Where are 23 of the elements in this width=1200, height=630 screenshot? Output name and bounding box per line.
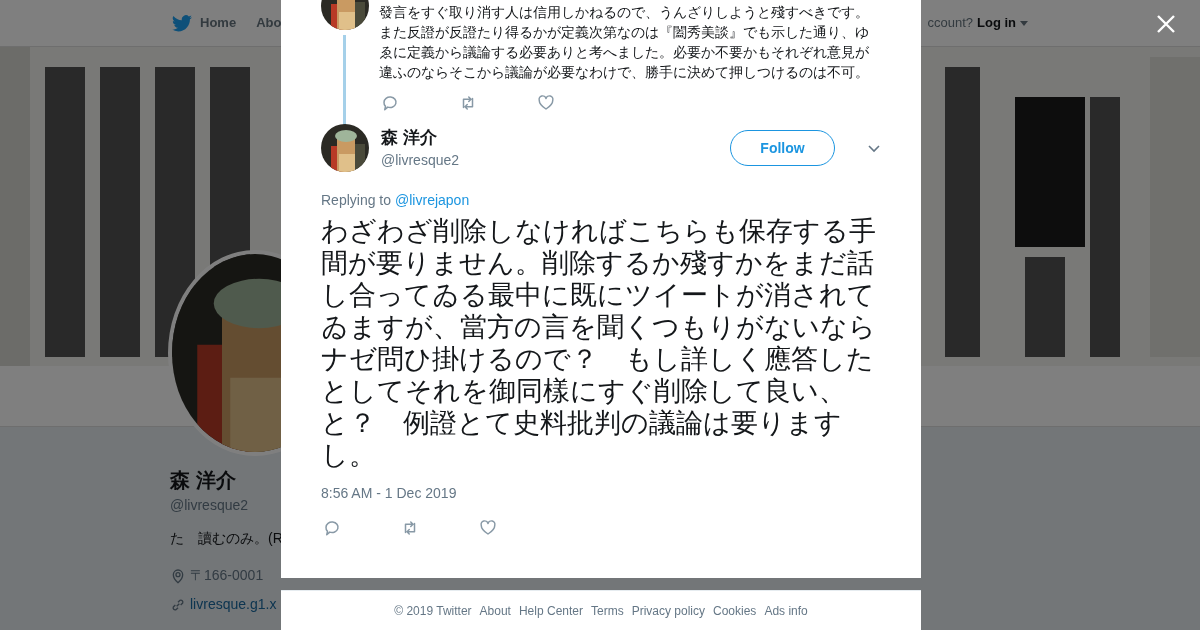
footer-link[interactable]: Cookies bbox=[713, 601, 757, 620]
account-prompt: ccount? bbox=[927, 14, 973, 33]
location-icon bbox=[170, 567, 186, 584]
bird-icon bbox=[172, 14, 192, 32]
footer-link[interactable]: About bbox=[479, 601, 511, 620]
home-link[interactable]: Home bbox=[172, 13, 237, 33]
profile-name: 森 洋介 bbox=[170, 468, 236, 493]
close-icon[interactable] bbox=[1156, 14, 1176, 34]
footer-link[interactable]: Ads info bbox=[764, 601, 808, 620]
profile-url[interactable]: livresque.g1.x bbox=[190, 594, 277, 615]
nav-link[interactable]: Abo bbox=[256, 13, 282, 33]
link-icon bbox=[170, 596, 186, 613]
like-icon[interactable] bbox=[479, 519, 497, 537]
footer-link[interactable]: Privacy policy bbox=[631, 601, 705, 620]
profile-handle: @livresque2 bbox=[170, 496, 249, 515]
login-link[interactable]: Log in bbox=[977, 13, 1028, 33]
footer-link[interactable]: Help Center bbox=[518, 601, 583, 620]
caret-icon bbox=[1020, 20, 1028, 26]
reply-icon[interactable] bbox=[323, 519, 341, 537]
profile-location: 〒166-0001 bbox=[190, 566, 264, 585]
copyright-text: © 2019 Twitter bbox=[394, 602, 472, 620]
tweet-timestamp: 8:56 AM - 1 Dec 2019 bbox=[321, 484, 458, 503]
footer-link[interactable]: Terms bbox=[591, 601, 624, 620]
